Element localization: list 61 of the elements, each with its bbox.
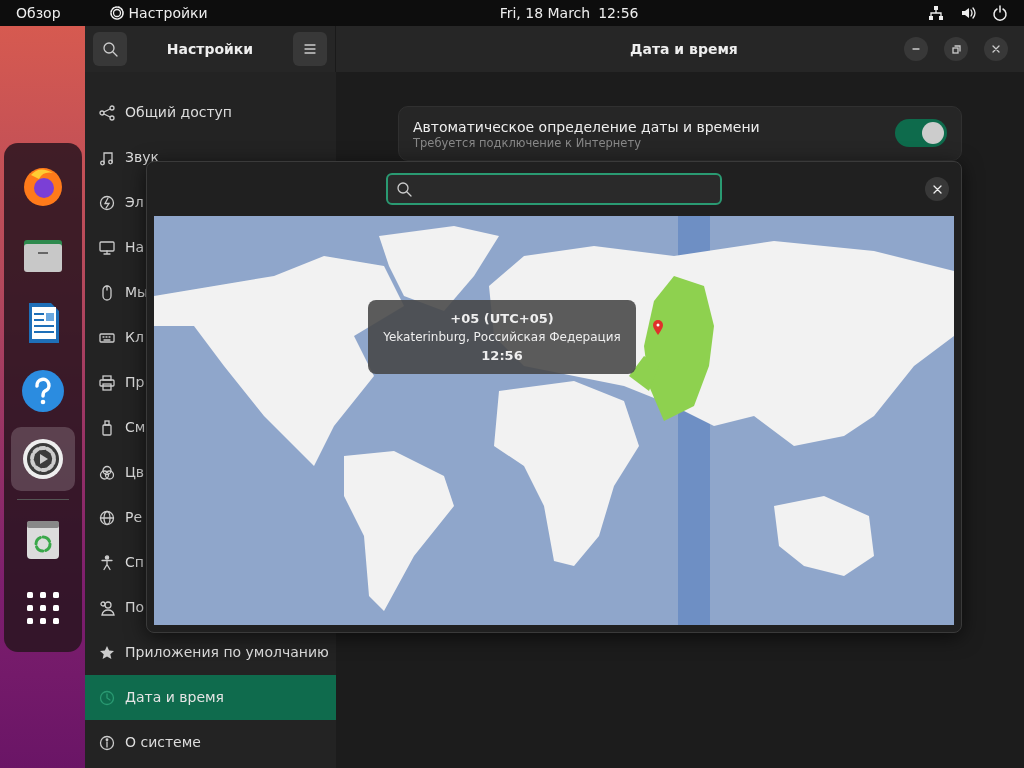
sidebar-item[interactable]: Сп (85, 540, 336, 585)
share-icon (99, 104, 115, 121)
color-circles-icon (99, 464, 115, 481)
sidebar-item[interactable]: Кл (85, 315, 336, 360)
minimize-button[interactable] (904, 37, 928, 61)
clock-date: Fri, 18 March (499, 3, 591, 23)
dock-item[interactable] (10, 426, 75, 491)
maximize-button[interactable] (944, 37, 968, 61)
close-button[interactable] (925, 177, 949, 201)
volume-icon[interactable] (960, 5, 976, 21)
usb-stick-icon (99, 419, 115, 436)
search-icon (396, 181, 412, 197)
music-note-icon (99, 149, 115, 166)
sidebar-item[interactable]: См (85, 405, 336, 450)
setting-label: Автоматическое определение даты и времени (413, 118, 760, 137)
monitor-icon (99, 239, 115, 256)
close-icon (932, 184, 942, 194)
help-icon (20, 368, 65, 413)
settings-icon (20, 436, 65, 481)
map-pin-icon (652, 320, 664, 336)
users-icon (99, 599, 115, 616)
sidebar-item[interactable]: По (85, 585, 336, 630)
sidebar-item[interactable]: Звук (85, 135, 336, 180)
toggle-switch[interactable] (895, 119, 947, 148)
window-title: Дата и время (630, 39, 738, 59)
lightning-icon (99, 194, 115, 211)
sidebar-title: Настройки (166, 39, 254, 59)
close-icon (992, 45, 1000, 53)
menu-button[interactable] (293, 32, 327, 66)
tooltip-place: Yekaterinburg, Российская Федерация (382, 329, 622, 346)
gear-icon (108, 5, 125, 21)
sidebar-item[interactable]: Ре (85, 495, 336, 540)
sidebar-item[interactable]: Цв (85, 450, 336, 495)
tooltip-zone: +05 (UTC+05) (449, 309, 555, 328)
sidebar-item[interactable]: О системе (85, 720, 336, 765)
search-field[interactable] (386, 173, 722, 205)
clock-icon (99, 689, 115, 706)
mouse-icon (99, 284, 115, 301)
power-icon[interactable] (992, 5, 1008, 21)
sidebar-item[interactable]: Приложения по умолчанию (85, 630, 336, 675)
globe-icon (99, 509, 115, 526)
accessibility-icon (99, 554, 115, 571)
network-icon[interactable] (928, 5, 944, 21)
app-menu[interactable]: Настройки (128, 2, 208, 24)
star-icon (99, 644, 115, 661)
setting-hint: Требуется подключение к Интернету (413, 138, 642, 150)
menu-icon (302, 41, 318, 57)
sidebar-item[interactable]: На (85, 225, 336, 270)
sidebar-item[interactable]: Общий доступ (85, 90, 336, 135)
sidebar-item[interactable]: Эл (85, 180, 336, 225)
search-icon (102, 41, 118, 57)
minimize-icon (912, 48, 920, 50)
sidebar-item[interactable]: Пр (85, 360, 336, 405)
printer-icon (99, 374, 115, 391)
clock-time: 12:56 (598, 3, 639, 23)
activities-button[interactable]: Обзор (16, 2, 61, 24)
tooltip-time: 12:56 (480, 347, 524, 365)
sidebar-item[interactable]: Дата и время (85, 675, 336, 720)
maximize-icon (951, 44, 961, 54)
info-icon (99, 734, 115, 751)
search-button[interactable] (93, 32, 127, 66)
